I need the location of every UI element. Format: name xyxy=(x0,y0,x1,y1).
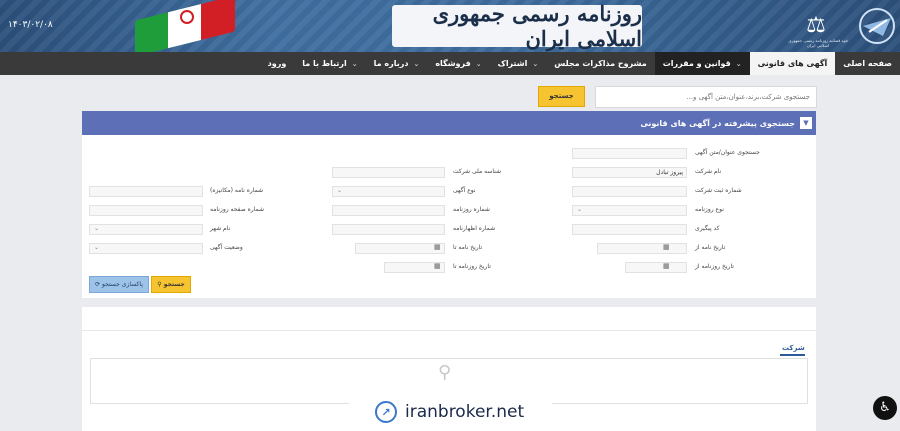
nav-laws[interactable]: قوانین و مقررات ⌄ xyxy=(654,52,750,75)
chevron-down-icon: ⌄ xyxy=(94,225,100,232)
company-name-field[interactable]: پیروز تبادل xyxy=(572,167,687,178)
newspaper-type-select[interactable] xyxy=(572,205,687,216)
advanced-search-header[interactable]: جستجوی پیشرفته در آگهی های قانونی ▼ xyxy=(82,111,816,135)
results-divider xyxy=(82,330,816,331)
tracking-code-label: کد پیگیری xyxy=(695,225,720,232)
newspaper-page-field[interactable] xyxy=(89,205,203,216)
tab-active-indicator xyxy=(780,354,805,356)
newspaper-type-label: نوع روزنامه xyxy=(695,206,724,213)
chevron-down-icon: ⌄ xyxy=(532,59,539,68)
letter-date-from-label: تاریخ نامه از xyxy=(695,244,726,251)
reg-number-label: شماره ثبت شرکت xyxy=(695,187,742,194)
header-date: ۱۴۰۳/۰۲/۰۸ xyxy=(8,20,53,30)
clear-search-button[interactable]: ⟳ پاکسازی جستجو xyxy=(89,276,149,293)
tracking-code-field[interactable] xyxy=(572,224,687,235)
chevron-down-icon: ⌄ xyxy=(577,206,583,213)
site-title[interactable]: روزنامه رسمی جمهوری اسلامی ایران xyxy=(392,1,642,51)
nav-legal-ads[interactable]: آگهی های قانونی xyxy=(749,52,836,75)
search-icon: ⚲ xyxy=(438,362,452,383)
ad-type-select[interactable] xyxy=(332,186,445,197)
city-select[interactable] xyxy=(89,224,203,235)
calendar-icon[interactable]: ▦ xyxy=(434,262,441,270)
nav-shop-label: فروشگاه xyxy=(435,59,471,68)
watermark-text: iranbroker.net xyxy=(405,402,525,422)
calendar-icon[interactable]: ▦ xyxy=(663,243,670,251)
letter-date-to-label: تاریخ نامه تا xyxy=(453,244,483,251)
letter-number-label: شماره نامه (مکانیزه) xyxy=(210,187,264,194)
nav-login[interactable]: ورود xyxy=(260,52,295,75)
ad-title-field[interactable] xyxy=(572,148,687,159)
trend-icon: ↗ xyxy=(375,401,397,423)
chevron-down-icon: ⌄ xyxy=(735,59,742,68)
ad-type-label: نوع آگهی xyxy=(453,187,476,194)
watermark: ↗ iranbroker.net xyxy=(349,393,552,431)
main-nav: صفحه اصلی آگهی های قانونی قوانین و مقررا… xyxy=(0,52,900,75)
nav-parliament-label: مشروح مذاکرات مجلس xyxy=(554,59,647,68)
nav-login-label: ورود xyxy=(267,59,287,68)
newspaper-number-field[interactable] xyxy=(332,205,445,216)
calendar-icon[interactable]: ▦ xyxy=(663,262,670,270)
nav-home[interactable]: صفحه اصلی xyxy=(835,52,900,75)
chevron-down-icon: ⌄ xyxy=(475,59,482,68)
gazette-logo-icon[interactable] xyxy=(857,6,897,46)
quick-search-button[interactable]: جستجو xyxy=(538,86,585,107)
nav-about-label: درباره ما xyxy=(373,59,409,68)
judiciary-caption: قوه قضائیه روزنامه رسمی جمهوری اسلامی ای… xyxy=(788,38,848,48)
news-date-to-label: تاریخ روزنامه تا xyxy=(453,263,491,270)
news-date-from-field[interactable] xyxy=(625,262,687,273)
declaration-number-field[interactable] xyxy=(332,224,445,235)
city-label: نام شهر xyxy=(210,225,231,232)
header-banner: ۱۴۰۳/۰۲/۰۸ روزنامه رسمی جمهوری اسلامی ای… xyxy=(0,0,900,52)
declaration-number-label: شماره اظهارنامه xyxy=(453,225,496,232)
tab-company[interactable]: شرکت xyxy=(782,344,805,352)
advanced-search-button-label: جستجو xyxy=(163,281,185,288)
news-date-from-label: تاریخ روزنامه از xyxy=(695,263,734,270)
letter-date-from-field[interactable] xyxy=(597,243,687,254)
advanced-search-title: جستجوی پیشرفته در آگهی های قانونی xyxy=(640,118,795,128)
newspaper-number-label: شماره روزنامه xyxy=(453,206,490,213)
nav-shop[interactable]: فروشگاه ⌄ xyxy=(427,52,489,75)
company-name-label: نام شرکت xyxy=(695,168,722,175)
flag-emblem-icon xyxy=(180,10,194,24)
ad-status-label: وضعیت آگهی xyxy=(210,244,243,251)
collapse-toggle-icon[interactable]: ▼ xyxy=(800,117,812,129)
national-id-field[interactable] xyxy=(332,167,445,178)
chevron-down-icon: ⌄ xyxy=(413,59,420,68)
quick-search-input[interactable]: جستجوی شرکت،برند،عنوان،متن آگهی و... xyxy=(595,86,817,108)
nav-home-label: صفحه اصلی xyxy=(843,59,892,68)
accessibility-icon[interactable]: ♿ xyxy=(873,396,897,420)
advanced-search-button[interactable]: ⚲ جستجو xyxy=(151,276,191,293)
calendar-icon[interactable]: ▦ xyxy=(434,243,441,251)
ad-title-label: جستجوی عنوان/متن آگهی xyxy=(695,149,760,156)
clear-search-button-label: پاکسازی جستجو xyxy=(102,281,143,288)
nav-laws-label: قوانین و مقررات xyxy=(662,59,731,68)
letter-number-field[interactable] xyxy=(89,186,203,197)
nav-about[interactable]: درباره ما ⌄ xyxy=(366,52,428,75)
refresh-icon: ⟳ xyxy=(95,281,103,288)
nav-parliament[interactable]: مشروح مذاکرات مجلس xyxy=(546,52,654,75)
chevron-down-icon: ⌄ xyxy=(351,59,358,68)
national-id-label: شناسه ملی شرکت xyxy=(453,168,502,175)
ad-status-select[interactable] xyxy=(89,243,203,254)
newspaper-page-label: شماره صفحه روزنامه xyxy=(210,206,265,213)
reg-number-field[interactable] xyxy=(572,186,687,197)
nav-contact-label: ارتباط با ما xyxy=(302,59,347,68)
chevron-down-icon: ⌄ xyxy=(94,244,100,251)
nav-legal-ads-label: آگهی های قانونی xyxy=(757,59,828,68)
nav-subscription[interactable]: اشتراک ⌄ xyxy=(490,52,547,75)
nav-subscription-label: اشتراک xyxy=(497,59,528,68)
chevron-down-icon: ⌄ xyxy=(337,187,343,194)
letter-date-to-field[interactable] xyxy=(355,243,445,254)
nav-contact[interactable]: ارتباط با ما ⌄ xyxy=(294,52,365,75)
